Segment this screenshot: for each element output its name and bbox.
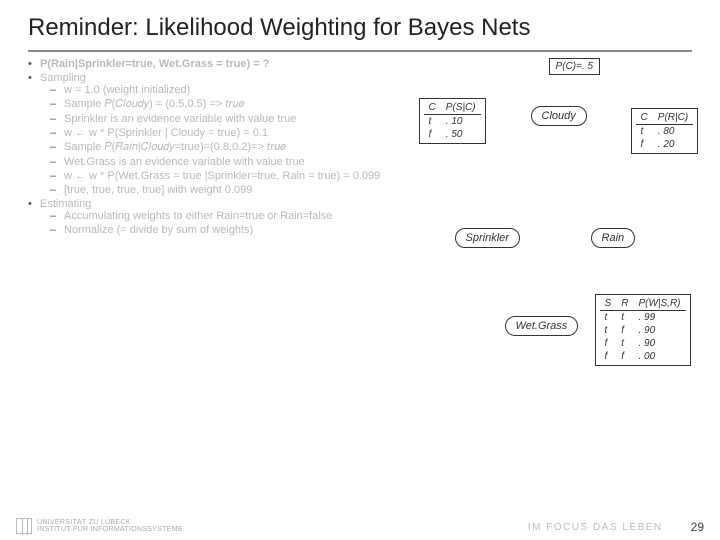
pwsr-r2p: . 90: [633, 324, 685, 337]
prc-hP: P(R|C): [653, 111, 693, 125]
psc-r1p: . 10: [441, 114, 481, 128]
psc-r1c: t: [424, 114, 441, 128]
pwsr-r3r: t: [616, 337, 633, 350]
logo-line1: UNIVERSITÄT ZU LÜBECK: [37, 519, 183, 526]
step-w-init: w = 1.0 (weight initialized): [50, 84, 387, 96]
sampling-label: Sampling: [40, 72, 86, 84]
node-cloudy: Cloudy: [531, 106, 587, 126]
page-number: 29: [691, 520, 704, 534]
pwsr-r1p: . 99: [633, 310, 685, 324]
body: P(Rain|Sprinkler=true, Wet.Grass = true)…: [28, 58, 692, 238]
est-normalize: Normalize (= divide by sum of weights): [50, 224, 387, 236]
left-column: P(Rain|Sprinkler=true, Wet.Grass = true)…: [28, 58, 387, 238]
estimating-label: Estimating: [40, 198, 91, 210]
cpt-pwsr: S R P(W|S,R) tt. 99 tf. 90 ft. 90 ff. 00: [595, 294, 691, 366]
pwsr-r2r: f: [616, 324, 633, 337]
node-rain: Rain: [591, 228, 636, 248]
cpt-prc: C P(R|C) t. 80 f. 20: [631, 108, 699, 154]
page-title: Reminder: Likelihood Weighting for Bayes…: [28, 14, 692, 52]
bullet-estimating: Estimating Accumulating weights to eithe…: [28, 198, 387, 236]
bullet-sampling: Sampling w = 1.0 (weight initialized) Sa…: [28, 72, 387, 196]
cpt-prior-c-header: P(C)=. 5: [556, 61, 594, 72]
prc-r1c: t: [636, 124, 653, 138]
step-sprinkler-evidence: Sprinkler is an evidence variable with v…: [50, 113, 387, 125]
prc-r2p: . 20: [653, 138, 693, 151]
logo-icon: [16, 518, 32, 534]
footer: UNIVERSITÄT ZU LÜBECK INSTITUT FÜR INFOR…: [0, 518, 720, 534]
prc-hC: C: [636, 111, 653, 125]
step-sample-cloudy: Sample 𝑃(𝐶𝑙𝑜𝑢𝑑𝑦) = (0.5,0.5) => 𝑡𝑟𝑢𝑒: [50, 98, 387, 111]
pwsr-r4p: . 00: [633, 350, 685, 363]
step-sample-rain: Sample 𝑃(𝑅𝑎𝑖𝑛|𝐶𝑙𝑜𝑢𝑑𝑦=true)=(0.8,0.2)=> 𝑡…: [50, 141, 387, 154]
step-w-wetgrass: w ← w * P(Wet.Grass = true |Sprinkler=tr…: [50, 170, 387, 182]
pwsr-r3s: f: [600, 337, 617, 350]
pwsr-r1r: t: [616, 310, 633, 324]
prc-r2c: f: [636, 138, 653, 151]
psc-hC: C: [424, 101, 441, 115]
pwsr-r2s: t: [600, 324, 617, 337]
cpt-prior-c: P(C)=. 5: [549, 58, 601, 75]
pwsr-r4s: f: [600, 350, 617, 363]
step-result: [true, true, true, true] with weight 0.0…: [50, 184, 387, 196]
pwsr-hS: S: [600, 297, 617, 311]
psc-r2c: f: [424, 128, 441, 141]
bayes-net-diagram: P(C)=. 5 Cloudy Sprinkler Rain Wet.Grass…: [393, 58, 692, 238]
footer-tagline: IM FOCUS DAS LEBEN: [528, 522, 663, 533]
psc-hP: P(S|C): [441, 101, 481, 115]
pwsr-r3p: . 90: [633, 337, 685, 350]
cpt-psc: C P(S|C) t. 10 f. 50: [419, 98, 486, 144]
pwsr-hR: R: [616, 297, 633, 311]
slide: Reminder: Likelihood Weighting for Bayes…: [0, 0, 720, 540]
logo-line2: INSTITUT FÜR INFORMATIONSSYSTEME: [37, 526, 183, 533]
pwsr-r1s: t: [600, 310, 617, 324]
step-wetgrass-evidence: Wet.Grass is an evidence variable with v…: [50, 156, 387, 168]
node-sprinkler: Sprinkler: [455, 228, 520, 248]
query-formula: P(Rain|Sprinkler=true, Wet.Grass = true)…: [40, 58, 269, 70]
psc-r2p: . 50: [441, 128, 481, 141]
pwsr-hP: P(W|S,R): [633, 297, 685, 311]
step-w-sprinkler: w ← w * P(Sprinkler | Cloudy = true) = 0…: [50, 127, 387, 139]
pwsr-r4r: f: [616, 350, 633, 363]
prc-r1p: . 80: [653, 124, 693, 138]
est-accumulate: Accumulating weights to either Rain=true…: [50, 210, 387, 222]
footer-logo: UNIVERSITÄT ZU LÜBECK INSTITUT FÜR INFOR…: [16, 518, 183, 534]
bullet-formula: P(Rain|Sprinkler=true, Wet.Grass = true)…: [28, 58, 387, 70]
node-wetgrass: Wet.Grass: [505, 316, 579, 336]
